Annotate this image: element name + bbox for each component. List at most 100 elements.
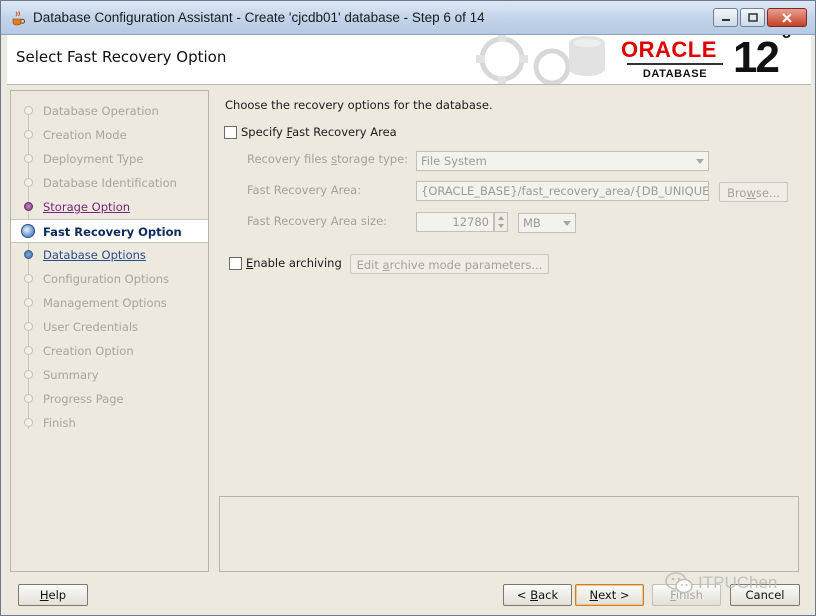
- fra-size-spinner[interactable]: [494, 212, 508, 232]
- step-status-icon: [24, 154, 33, 163]
- step-status-icon: [24, 178, 33, 187]
- version-number: 12: [733, 35, 780, 82]
- back-mnemonic: B: [530, 588, 539, 602]
- oracle-database-label: DATABASE: [642, 68, 708, 80]
- nav-step-label: Configuration Options: [43, 272, 170, 286]
- storage-type-select[interactable]: File System: [416, 151, 709, 171]
- browse-label-post: se...: [755, 186, 780, 200]
- nav-step-label: Management Options: [43, 296, 167, 310]
- nav-step-database-options[interactable]: Database Options: [11, 243, 208, 267]
- nav-step-label: Database Operation: [43, 104, 159, 118]
- nav-step-management-options: Management Options: [11, 291, 208, 315]
- java-cup-icon: [12, 11, 25, 26]
- gears-decoration-icon: [476, 35, 605, 84]
- back-button[interactable]: < Back: [503, 584, 572, 606]
- step-status-icon: [24, 106, 33, 115]
- specify-fra-checkbox[interactable]: [224, 126, 237, 139]
- close-icon: [782, 12, 792, 23]
- nav-step-fast-recovery-option[interactable]: Fast Recovery Option: [11, 219, 208, 243]
- next-mnemonic: N: [589, 588, 599, 602]
- storage-type-label-pre: Recovery files: [247, 152, 332, 166]
- help-mnemonic: H: [39, 588, 49, 602]
- browse-label-mnemonic: w: [746, 186, 756, 200]
- nav-step-finish: Finish: [11, 411, 208, 435]
- title-bar[interactable]: Database Configuration Assistant - Creat…: [1, 1, 815, 35]
- wechat-icon: [665, 572, 693, 594]
- step-status-icon: [24, 202, 33, 211]
- logo-divider: [627, 63, 723, 65]
- nav-step-creation-mode: Creation Mode: [11, 123, 208, 147]
- specify-fra-label[interactable]: Specify Fast Recovery Area: [241, 125, 397, 139]
- fra-size-value: 12780: [452, 215, 489, 229]
- chevron-down-icon: [563, 221, 571, 226]
- next-button[interactable]: Next >: [575, 584, 644, 606]
- nav-step-database-identification: Database Identification: [11, 171, 208, 195]
- nav-step-summary: Summary: [11, 363, 208, 387]
- archive-button-pre: Edit: [356, 258, 383, 272]
- browse-label-pre: Bro: [727, 186, 747, 200]
- fra-size-unit-select[interactable]: MB: [518, 213, 576, 233]
- fra-size-unit-value: MB: [523, 216, 541, 230]
- nav-step-label: Creation Option: [43, 344, 134, 358]
- nav-step-label: Creation Mode: [43, 128, 127, 142]
- step-status-icon: [24, 250, 33, 259]
- nav-step-user-credentials: User Credentials: [11, 315, 208, 339]
- maximize-icon: [747, 13, 758, 22]
- storage-type-value: File System: [421, 154, 487, 168]
- nav-step-label: Deployment Type: [43, 152, 144, 166]
- version-suffix: c: [782, 35, 792, 42]
- storage-type-label: Recovery files storage type:: [247, 152, 408, 166]
- fra-location-label: Fast Recovery Area:: [247, 183, 362, 197]
- chevron-down-icon: [696, 159, 704, 164]
- nav-step-label: Database Identification: [43, 176, 177, 190]
- nav-step-creation-option: Creation Option: [11, 339, 208, 363]
- storage-type-label-post: torage type:: [337, 152, 409, 166]
- fra-size-label: Fast Recovery Area size:: [247, 214, 388, 228]
- nav-step-label: Finish: [43, 416, 76, 430]
- step-status-icon: [24, 370, 33, 379]
- back-label: ack: [538, 588, 559, 602]
- fra-location-input[interactable]: {ORACLE_BASE}/fast_recovery_area/{DB_UNI…: [416, 181, 709, 201]
- maximize-button[interactable]: [740, 8, 765, 27]
- content-panel: Choose the recovery options for the data…: [219, 90, 809, 572]
- step-status-icon: [24, 130, 33, 139]
- archive-button-post: rchive mode parameters...: [389, 258, 543, 272]
- help-button[interactable]: Help: [18, 584, 88, 606]
- browse-button[interactable]: Browse...: [719, 182, 788, 202]
- step-status-icon: [24, 346, 33, 355]
- next-label: ext >: [598, 588, 630, 602]
- intro-text: Choose the recovery options for the data…: [225, 98, 493, 112]
- nav-step-label: Database Options: [43, 248, 146, 262]
- fra-location-value: {ORACLE_BASE}/fast_recovery_area/{DB_UNI…: [421, 184, 709, 198]
- archiving-label-post: nable archiving: [253, 256, 342, 270]
- watermark-text: ITPUChen: [698, 573, 778, 592]
- specify-fra-label-pre: Specify: [241, 125, 287, 139]
- edit-archive-params-button[interactable]: Edit archive mode parameters...: [350, 254, 549, 274]
- steps-navigation: Database Operation Creation Mode Deploymen…: [10, 90, 209, 572]
- fra-size-input[interactable]: 12780: [416, 212, 494, 232]
- header-banner: Select Fast Recovery Option ORACLE DATAB…: [7, 35, 811, 85]
- nav-step-database-operation: Database Operation: [11, 99, 208, 123]
- step-status-icon: [24, 418, 33, 427]
- step-status-icon: [21, 224, 35, 238]
- enable-archiving-label[interactable]: Enable archiving: [246, 256, 342, 270]
- enable-archiving-checkbox[interactable]: [229, 257, 242, 270]
- back-label-pre: <: [516, 588, 531, 602]
- window-title: Database Configuration Assistant - Creat…: [33, 10, 485, 25]
- oracle-wordmark: ORACLE: [621, 37, 717, 62]
- nav-step-progress-page: Progress Page: [11, 387, 208, 411]
- nav-step-label: User Credentials: [43, 320, 139, 334]
- nav-step-deployment-type: Deployment Type: [11, 147, 208, 171]
- nav-step-configuration-options: Configuration Options: [11, 267, 208, 291]
- help-label: elp: [48, 588, 67, 602]
- step-status-icon: [24, 298, 33, 307]
- watermark: ITPUChen: [665, 571, 777, 595]
- step-status-icon: [24, 322, 33, 331]
- minimize-button[interactable]: [713, 8, 738, 27]
- nav-step-label: Progress Page: [43, 392, 124, 406]
- nav-step-label: Storage Option: [43, 200, 131, 214]
- archive-button-mnemonic: a: [382, 258, 390, 272]
- nav-step-storage-option[interactable]: Storage Option: [11, 195, 208, 219]
- step-status-icon: [24, 274, 33, 283]
- close-button[interactable]: [767, 8, 807, 27]
